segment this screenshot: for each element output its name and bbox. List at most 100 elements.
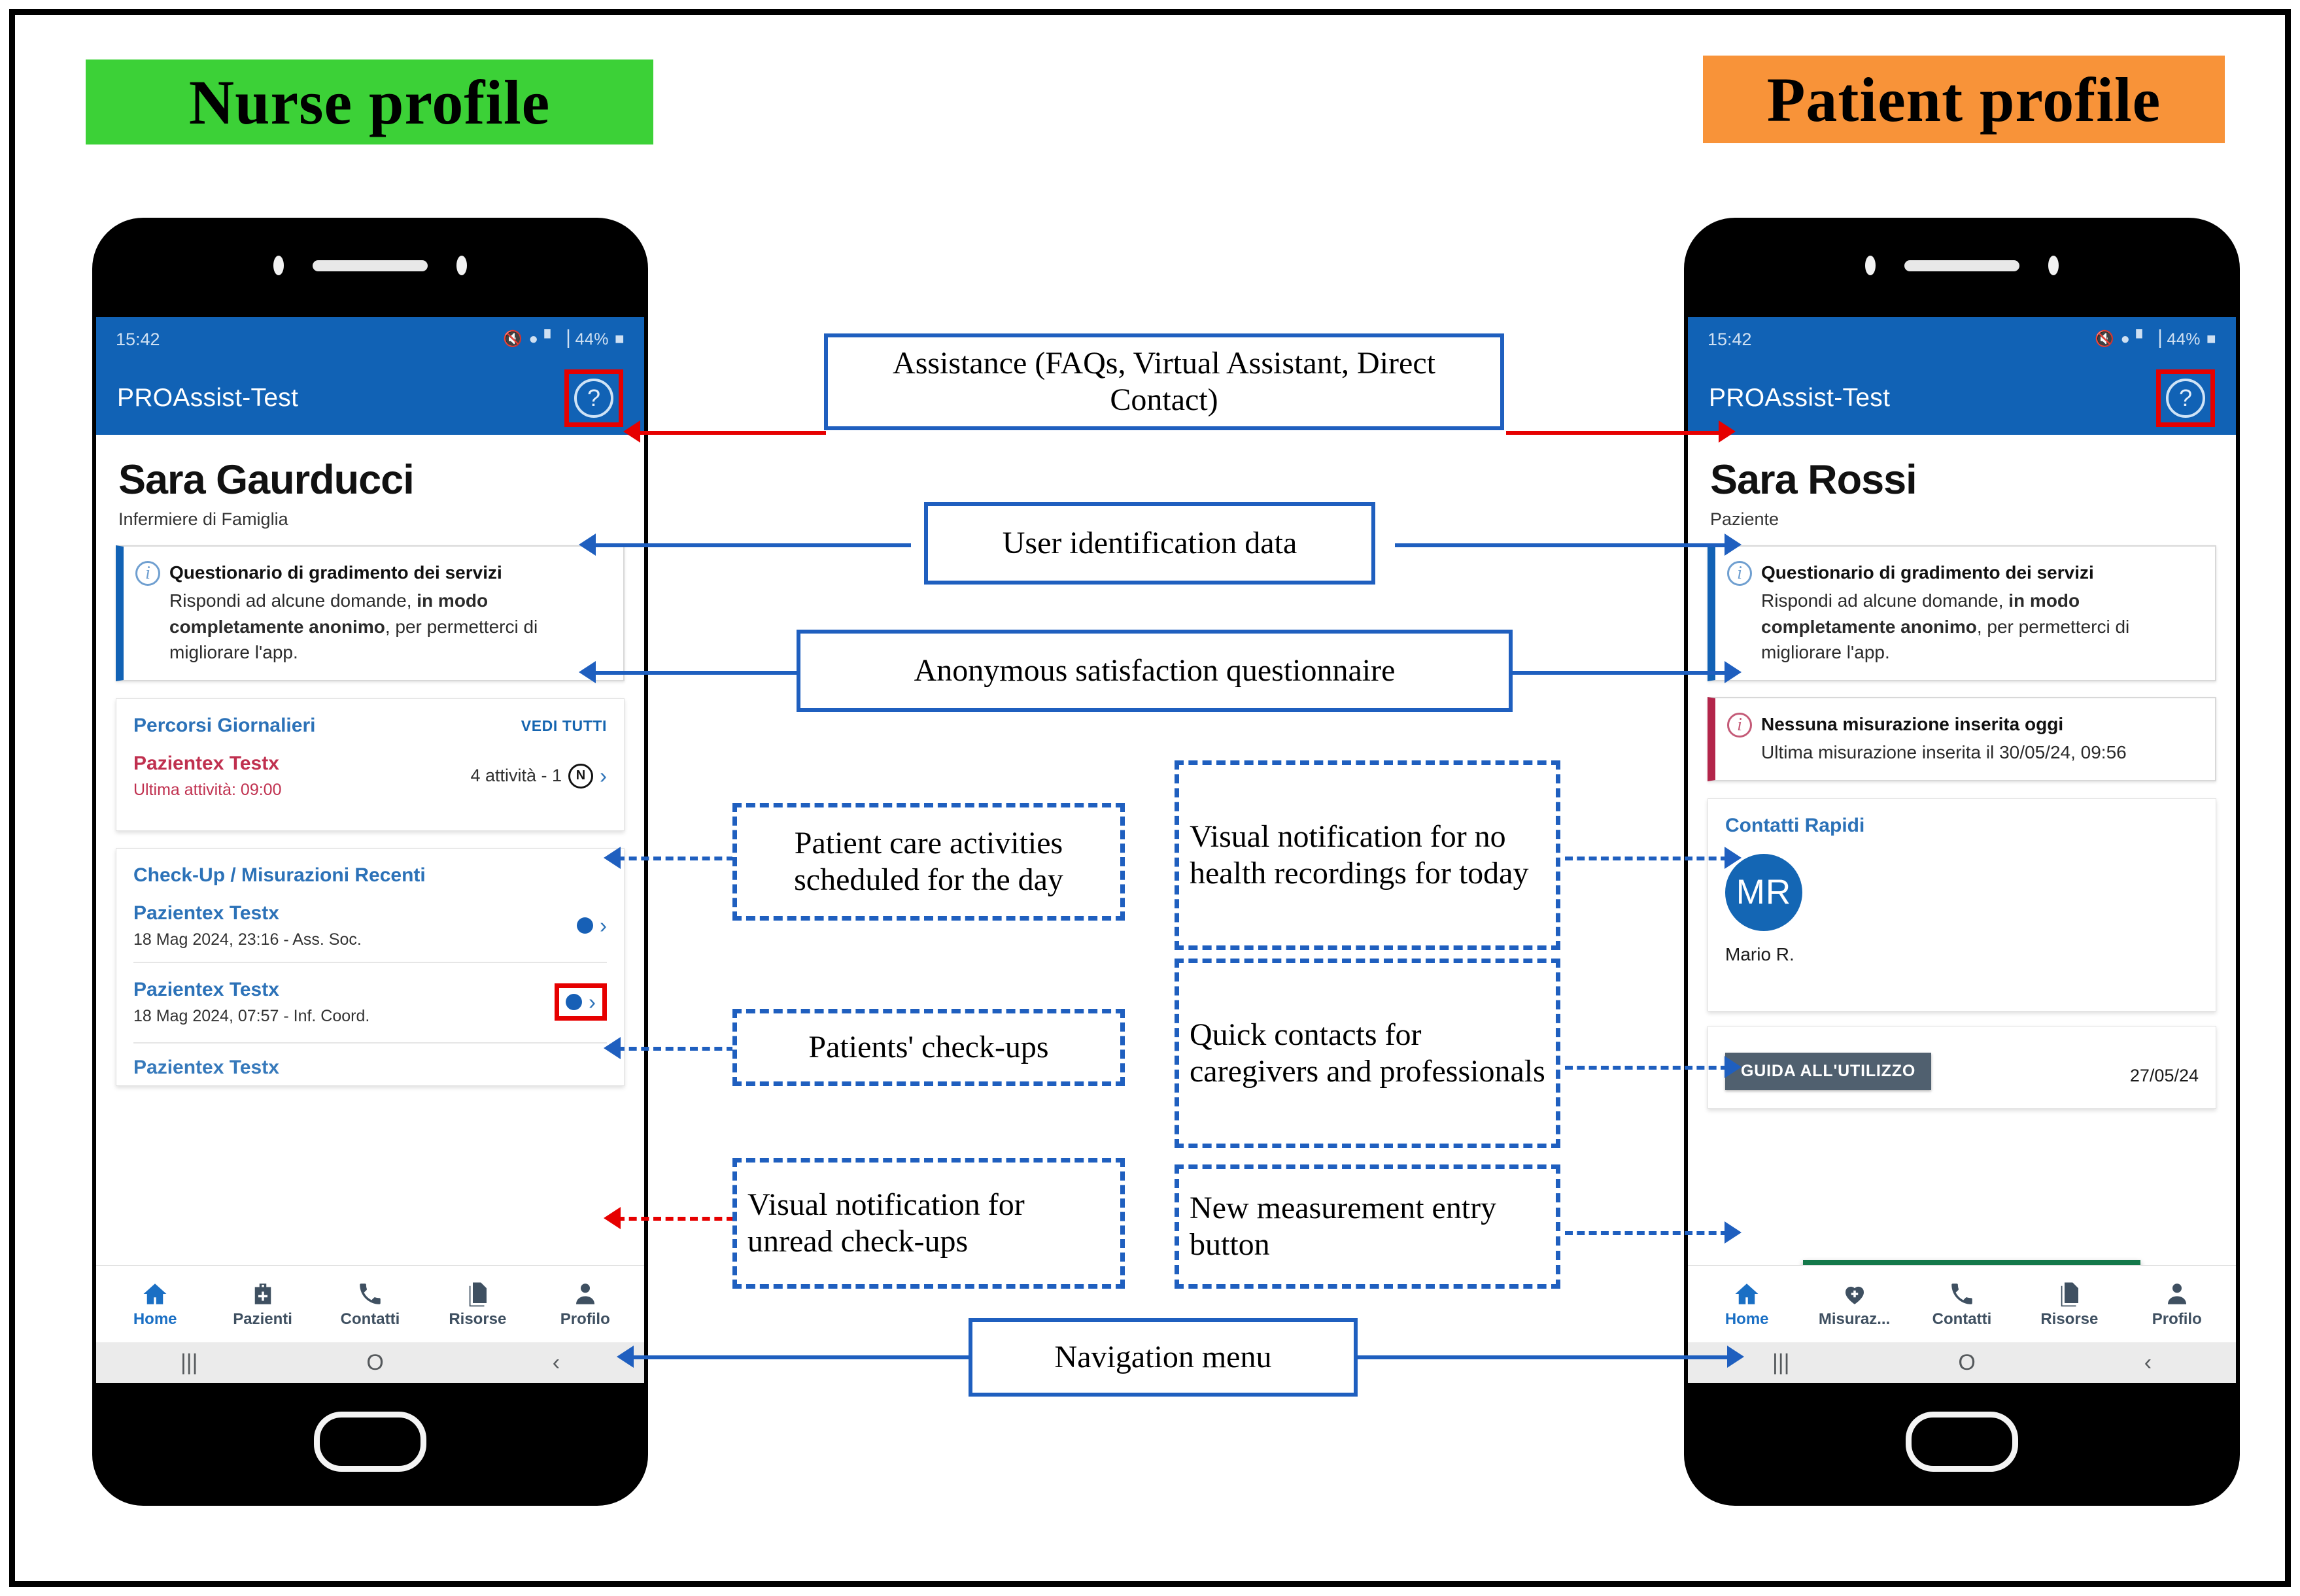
bottom-navigation-bar: Home Pazienti Contatti Risorse Profilo bbox=[96, 1265, 644, 1342]
chevron-right-icon[interactable]: › bbox=[600, 765, 607, 787]
sensor-dot-icon bbox=[1865, 256, 1876, 275]
info-icon: i bbox=[135, 561, 160, 586]
connector-userid-right bbox=[1395, 543, 1728, 547]
checkup-card[interactable]: Check-Up / Misurazioni Recenti Pazientex… bbox=[116, 848, 625, 1087]
wifi-icon: ● bbox=[528, 330, 539, 348]
nav-label: Risorse bbox=[449, 1310, 507, 1328]
arrowhead-questionnaire-left bbox=[579, 661, 596, 683]
home-icon bbox=[140, 1280, 170, 1308]
vedi-tutti-link[interactable]: VEDI TUTTI bbox=[521, 717, 607, 735]
home-button[interactable]: O bbox=[1958, 1350, 1975, 1376]
unread-dot-icon bbox=[566, 994, 582, 1011]
connector-patientcare bbox=[617, 857, 734, 860]
questionnaire-line3: migliorare l'app. bbox=[1761, 642, 1890, 663]
arrowhead-checkups bbox=[604, 1037, 621, 1059]
signal-icon: ▘▕ bbox=[2136, 330, 2161, 348]
nav-item-misurazioni[interactable]: Misuraz... bbox=[1806, 1280, 1904, 1329]
connector-quickcontacts bbox=[1565, 1066, 1728, 1070]
phone-earpiece-area bbox=[1684, 252, 2240, 279]
chevron-right-icon[interactable]: › bbox=[589, 991, 596, 1013]
back-button[interactable]: ‹ bbox=[553, 1350, 560, 1376]
callout-navigation-menu: Navigation menu bbox=[969, 1318, 1358, 1397]
status-bar: 15:42 🔇 ● ▘▕ 44% ■ bbox=[1688, 317, 2236, 362]
battery-percent: 44% bbox=[2167, 330, 2201, 348]
guide-button[interactable]: GUIDA ALL'UTILIZZO bbox=[1725, 1052, 1932, 1090]
questionnaire-line2: , per permetterci di bbox=[1976, 616, 2130, 637]
help-button-highlight: ? bbox=[564, 369, 623, 427]
physical-home-button[interactable] bbox=[1906, 1412, 2018, 1472]
partial-row-label: Pazientex Testx bbox=[133, 1057, 279, 1079]
nav-item-risorse[interactable]: Risorse bbox=[2020, 1280, 2118, 1329]
unread-indicator-highlight: › bbox=[555, 983, 607, 1021]
signal-icon: ▘▕ bbox=[544, 330, 570, 348]
help-icon[interactable]: ? bbox=[574, 379, 613, 418]
user-name: Sara Rossi bbox=[1710, 457, 1917, 503]
nav-item-home[interactable]: Home bbox=[106, 1280, 204, 1329]
nurse-screen: 15:42 🔇 ● ▘▕ 44% ■ PROAssist-Test ? Sara… bbox=[96, 317, 644, 1383]
phone-icon bbox=[355, 1280, 385, 1308]
arrowhead-quickcontacts bbox=[1725, 1056, 1742, 1078]
callout-quick-contacts: Quick contacts for caregivers and profes… bbox=[1175, 959, 1560, 1148]
front-camera-icon bbox=[456, 256, 467, 275]
nav-label: Misuraz... bbox=[1818, 1310, 1891, 1328]
nav-label: Risorse bbox=[2040, 1310, 2099, 1328]
nav-item-home[interactable]: Home bbox=[1698, 1280, 1796, 1329]
questionnaire-title: Questionario di gradimento dei servizi bbox=[1761, 562, 2094, 583]
recents-button[interactable]: ||| bbox=[180, 1350, 198, 1376]
checkup-row-text: Pazientex Testx 18 Mag 2024, 07:57 - Inf… bbox=[133, 977, 369, 1027]
mute-icon: 🔇 bbox=[503, 330, 523, 348]
activity-badge: N bbox=[568, 763, 593, 789]
heart-medical-icon bbox=[1840, 1280, 1870, 1308]
phone-earpiece-area bbox=[92, 252, 648, 279]
questionnaire-line3: migliorare l'app. bbox=[169, 642, 298, 663]
table-row[interactable]: Pazientex Testx 18 Mag 2024, 23:16 - Ass… bbox=[133, 887, 607, 962]
table-row[interactable]: Pazientex Testx 18 Mag 2024, 07:57 - Inf… bbox=[133, 962, 607, 1038]
questionnaire-line1: Rispondi ad alcune domande, bbox=[1761, 590, 2009, 611]
no-measurement-subtitle: Ultima misurazione inserita il 30/05/24,… bbox=[1761, 741, 2127, 762]
physical-home-button[interactable] bbox=[314, 1412, 426, 1472]
guide-card[interactable]: GUIDA ALL'UTILIZZO 27/05/24 bbox=[1708, 1025, 2216, 1109]
callout-patients-checkups: Patients' check-ups bbox=[732, 1009, 1125, 1086]
arrowhead-assistance-left bbox=[623, 420, 640, 443]
nav-item-profilo[interactable]: Profilo bbox=[2128, 1280, 2226, 1329]
nav-item-profilo[interactable]: Profilo bbox=[536, 1280, 634, 1329]
app-title: PROAssist-Test bbox=[117, 384, 299, 412]
nav-label: Home bbox=[133, 1310, 177, 1328]
quick-contacts-card[interactable]: Contatti Rapidi MR Mario R. bbox=[1708, 798, 2216, 1011]
back-button[interactable]: ‹ bbox=[2144, 1350, 2152, 1376]
user-identity-block: Sara Gaurducci Infermiere di Famiglia bbox=[96, 435, 644, 530]
nav-label: Profilo bbox=[560, 1310, 610, 1328]
activity-count: 4 attività - 1 bbox=[470, 766, 562, 786]
nav-item-contatti[interactable]: Contatti bbox=[1913, 1280, 2011, 1329]
chevron-right-icon[interactable]: › bbox=[600, 915, 607, 936]
percorsi-row[interactable]: Pazientex Testx Ultima attività: 09:00 4… bbox=[133, 737, 607, 812]
android-system-bar: ||| O ‹ bbox=[96, 1342, 644, 1383]
no-measurement-alert-card[interactable]: i Nessuna misurazione inserita oggi Ulti… bbox=[1708, 697, 2216, 781]
help-button-highlight: ? bbox=[2156, 369, 2215, 427]
connector-userid-left bbox=[591, 543, 911, 547]
percorsi-giornalieri-card[interactable]: Percorsi Giornalieri VEDI TUTTI Paziente… bbox=[116, 698, 625, 832]
arrowhead-navigation-right bbox=[1727, 1346, 1744, 1368]
home-button[interactable]: O bbox=[366, 1350, 383, 1376]
callout-user-identification: User identification data bbox=[924, 502, 1375, 585]
recents-button[interactable]: ||| bbox=[1772, 1350, 1790, 1376]
nav-item-pazienti[interactable]: Pazienti bbox=[214, 1280, 312, 1329]
checkup-title: Check-Up / Misurazioni Recenti bbox=[133, 864, 426, 887]
nav-item-risorse[interactable]: Risorse bbox=[428, 1280, 526, 1329]
status-time: 15:42 bbox=[1708, 329, 1752, 349]
guide-date: 27/05/24 bbox=[2129, 1065, 2199, 1085]
questionnaire-bold2: completamente anonimo bbox=[169, 616, 385, 637]
connector-questionnaire-right bbox=[1513, 671, 1728, 675]
callout-assistance: Assistance (FAQs, Virtual Assistant, Dir… bbox=[824, 333, 1504, 430]
connector-nohealth bbox=[1565, 857, 1728, 860]
arrowhead-navigation-left bbox=[617, 1346, 634, 1368]
nav-item-contatti[interactable]: Contatti bbox=[321, 1280, 419, 1329]
arrowhead-userid-left bbox=[579, 534, 596, 556]
questionnaire-card[interactable]: i Questionario di gradimento dei servizi… bbox=[116, 545, 625, 682]
questionnaire-bold1: in modo bbox=[417, 590, 489, 611]
help-icon[interactable]: ? bbox=[2166, 379, 2205, 418]
connector-questionnaire-left bbox=[591, 671, 797, 675]
arrowhead-nohealth bbox=[1725, 847, 1742, 869]
questionnaire-card[interactable]: i Questionario di gradimento dei servizi… bbox=[1708, 545, 2216, 682]
patient-name: Pazientex Testx bbox=[133, 902, 279, 925]
